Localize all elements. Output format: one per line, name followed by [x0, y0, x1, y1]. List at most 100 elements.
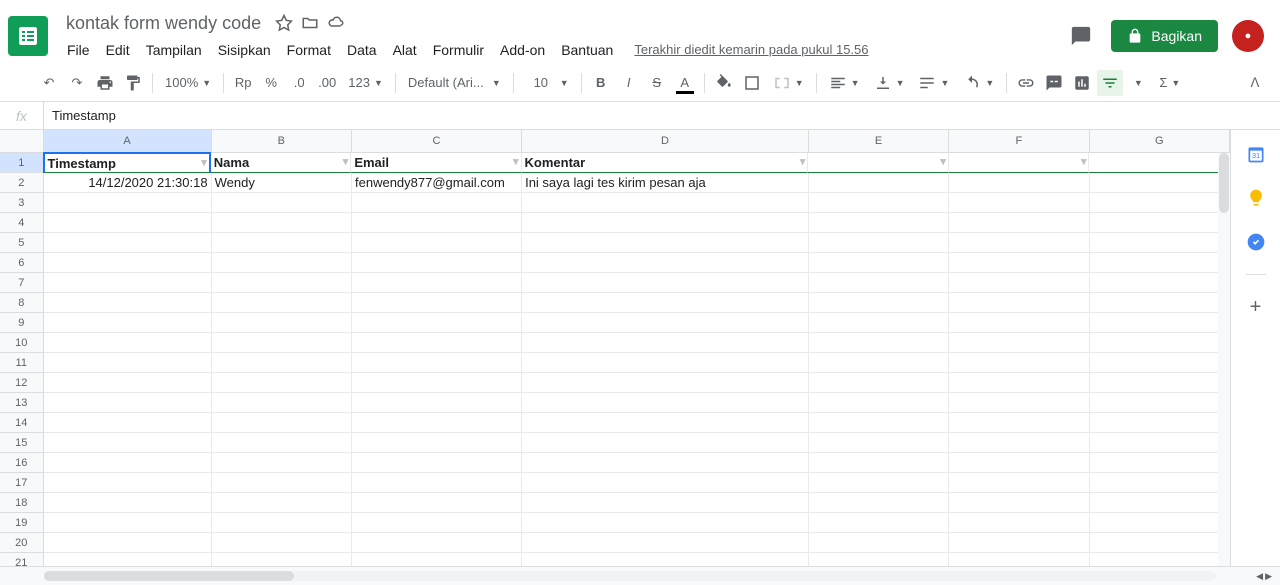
horizontal-scrollbar[interactable]: [44, 571, 1216, 581]
filter-icon[interactable]: ▾: [800, 155, 806, 168]
italic-button[interactable]: I: [616, 70, 642, 96]
row-header[interactable]: 20: [0, 533, 44, 553]
cell-G8[interactable]: [1090, 293, 1230, 313]
cell-D17[interactable]: [522, 473, 809, 493]
fill-color-button[interactable]: [711, 70, 737, 96]
cell-C21[interactable]: [352, 553, 522, 566]
menu-edit[interactable]: Edit: [99, 38, 137, 62]
cell-B4[interactable]: [212, 213, 352, 233]
row-header[interactable]: 11: [0, 353, 44, 373]
cell-E20[interactable]: [809, 533, 949, 553]
menu-help[interactable]: Bantuan: [554, 38, 620, 62]
cell-F4[interactable]: [949, 213, 1089, 233]
menu-insert[interactable]: Sisipkan: [211, 38, 278, 62]
cell-C4[interactable]: [352, 213, 522, 233]
cell-C7[interactable]: [352, 273, 522, 293]
user-avatar[interactable]: ●: [1232, 20, 1264, 52]
cell-D13[interactable]: [522, 393, 809, 413]
cell-F16[interactable]: [949, 453, 1089, 473]
cell-E2[interactable]: [809, 173, 949, 193]
last-edit-link[interactable]: Terakhir diedit kemarin pada pukul 15.56: [634, 42, 868, 57]
cell-B21[interactable]: [212, 553, 352, 566]
row-header[interactable]: 3: [0, 193, 44, 213]
cell-G2[interactable]: [1090, 173, 1230, 193]
font-size-dropdown[interactable]: 10▼: [520, 70, 575, 96]
row-header[interactable]: 6: [0, 253, 44, 273]
cell-E5[interactable]: [809, 233, 949, 253]
cell-B10[interactable]: [212, 333, 352, 353]
calendar-icon[interactable]: 31: [1244, 142, 1268, 166]
cell-D19[interactable]: [522, 513, 809, 533]
cell-D5[interactable]: [522, 233, 809, 253]
vertical-scrollbar[interactable]: [1218, 153, 1230, 566]
cell-G19[interactable]: [1090, 513, 1230, 533]
cell-C2[interactable]: fenwendy877@gmail.com: [352, 173, 522, 193]
wrap-button[interactable]: ▼: [912, 70, 955, 96]
row-header[interactable]: 13: [0, 393, 44, 413]
cell-G5[interactable]: [1090, 233, 1230, 253]
cell-B13[interactable]: [212, 393, 352, 413]
cell-F1[interactable]: ▾: [949, 153, 1090, 173]
cell-B17[interactable]: [212, 473, 352, 493]
cell-F19[interactable]: [949, 513, 1089, 533]
scroll-right-icon[interactable]: ▶: [1265, 571, 1272, 582]
cell-A20[interactable]: [44, 533, 212, 553]
filter-icon[interactable]: ▾: [343, 155, 349, 168]
cell-G9[interactable]: [1090, 313, 1230, 333]
row-header[interactable]: 2: [0, 173, 44, 193]
menu-file[interactable]: File: [60, 38, 97, 62]
document-title[interactable]: kontak form wendy code: [60, 11, 267, 36]
cell-C14[interactable]: [352, 413, 522, 433]
row-header[interactable]: 1: [0, 153, 44, 173]
cell-E18[interactable]: [809, 493, 949, 513]
cell-G7[interactable]: [1090, 273, 1230, 293]
cell-G21[interactable]: [1090, 553, 1230, 566]
col-header-A[interactable]: A: [44, 130, 212, 152]
menu-format[interactable]: Format: [280, 38, 338, 62]
cell-G11[interactable]: [1090, 353, 1230, 373]
cell-G17[interactable]: [1090, 473, 1230, 493]
filter-dropdown[interactable]: ▼: [1125, 70, 1151, 96]
cell-F2[interactable]: [949, 173, 1089, 193]
cell-D14[interactable]: [522, 413, 809, 433]
cell-F14[interactable]: [949, 413, 1089, 433]
cell-D6[interactable]: [522, 253, 809, 273]
valign-button[interactable]: ▼: [868, 70, 911, 96]
cell-G4[interactable]: [1090, 213, 1230, 233]
cell-D10[interactable]: [522, 333, 809, 353]
cell-C9[interactable]: [352, 313, 522, 333]
cell-C16[interactable]: [352, 453, 522, 473]
cell-C11[interactable]: [352, 353, 522, 373]
cell-E10[interactable]: [809, 333, 949, 353]
cell-E11[interactable]: [809, 353, 949, 373]
cell-A2[interactable]: 14/12/2020 21:30:18: [44, 173, 212, 193]
cell-D18[interactable]: [522, 493, 809, 513]
cell-G6[interactable]: [1090, 253, 1230, 273]
undo-icon[interactable]: ↶: [36, 70, 62, 96]
col-header-B[interactable]: B: [212, 130, 352, 152]
cell-F20[interactable]: [949, 533, 1089, 553]
cell-B1[interactable]: Nama▾: [211, 153, 352, 173]
cell-D11[interactable]: [522, 353, 809, 373]
cell-E21[interactable]: [809, 553, 949, 566]
redo-icon[interactable]: ↷: [64, 70, 90, 96]
cell-A16[interactable]: [44, 453, 212, 473]
cell-A7[interactable]: [44, 273, 212, 293]
cell-A18[interactable]: [44, 493, 212, 513]
halign-button[interactable]: ▼: [823, 70, 866, 96]
formula-input[interactable]: Timestamp: [44, 108, 1280, 123]
menu-addon[interactable]: Add-on: [493, 38, 552, 62]
cell-E16[interactable]: [809, 453, 949, 473]
filter-icon[interactable]: ▾: [1081, 155, 1087, 168]
row-header[interactable]: 5: [0, 233, 44, 253]
row-header[interactable]: 14: [0, 413, 44, 433]
cell-B6[interactable]: [212, 253, 352, 273]
cell-E12[interactable]: [809, 373, 949, 393]
add-addon-icon[interactable]: +: [1244, 295, 1268, 319]
cell-A17[interactable]: [44, 473, 212, 493]
cell-F3[interactable]: [949, 193, 1089, 213]
cell-G14[interactable]: [1090, 413, 1230, 433]
row-header[interactable]: 7: [0, 273, 44, 293]
cell-G1[interactable]: [1089, 153, 1230, 173]
share-button[interactable]: Bagikan: [1111, 20, 1218, 52]
